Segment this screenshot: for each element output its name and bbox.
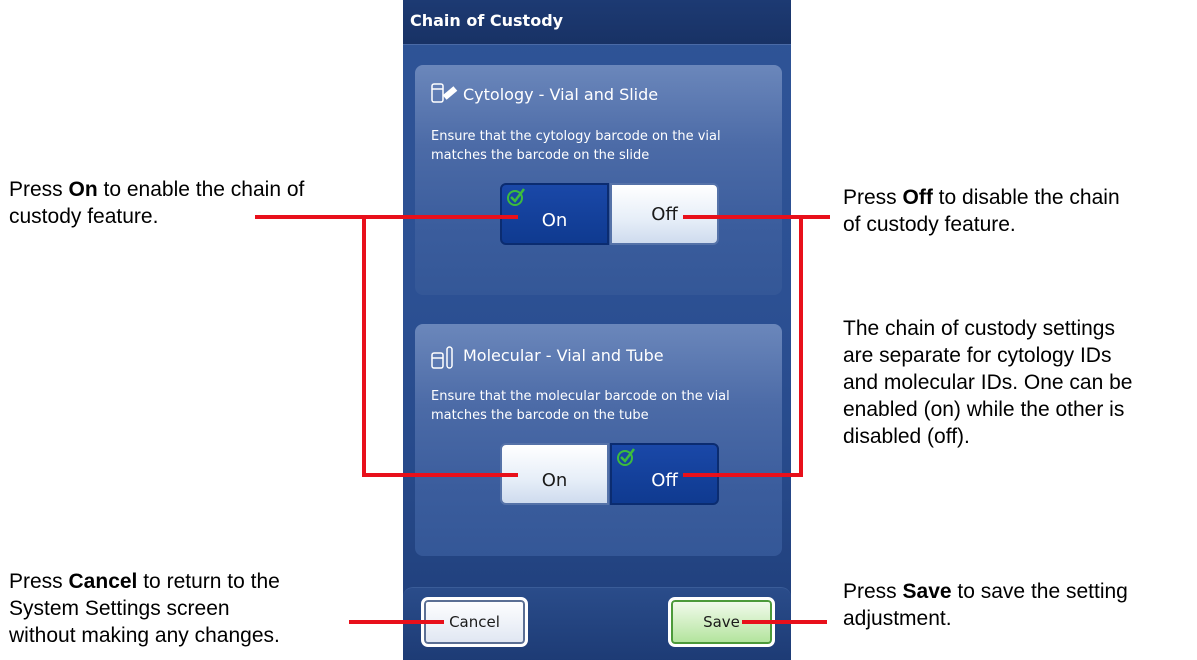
annotation-cancel-line2: System Settings screen: [9, 597, 230, 620]
cytology-off-label: Off: [651, 203, 678, 225]
annotation-on-line2: custody feature.: [9, 205, 159, 228]
annotation-off: Press Off to disable the chain of custod…: [843, 184, 1120, 238]
annotation-on: Press On to enable the chain of custody …: [9, 176, 304, 230]
cytology-panel: Cytology - Vial and Slide Ensure that th…: [415, 65, 782, 295]
cytology-off-button[interactable]: Off: [610, 183, 719, 245]
cancel-label: Cancel: [449, 613, 500, 631]
annotation-save: Press Save to save the setting adjustmen…: [843, 578, 1128, 632]
cytology-on-label: On: [541, 209, 568, 231]
annotation-save-bold: Save: [902, 580, 952, 603]
annotation-separate-line3: and molecular IDs. One can be: [843, 371, 1133, 394]
callout-line-off-horizontal: [683, 215, 830, 219]
callout-line-on-vertical: [362, 215, 366, 477]
annotation-separate-line2: are separate for cytology IDs: [843, 344, 1112, 367]
molecular-title: Molecular - Vial and Tube: [463, 346, 664, 365]
molecular-on-label: On: [541, 469, 568, 491]
annotation-save-pre: Press: [843, 580, 903, 603]
annotation-cancel-line3: without making any changes.: [9, 624, 280, 647]
chain-of-custody-screen: Chain of Custody Cytology - Vial and Sli…: [403, 0, 791, 660]
cytology-desc-line2: matches the barcode on the slide: [431, 148, 650, 163]
save-label: Save: [703, 613, 740, 631]
annotation-off-pre: Press: [843, 186, 903, 209]
annotation-save-line2: adjustment.: [843, 607, 952, 630]
vial-slide-icon: [431, 83, 458, 103]
annotation-separate: The chain of custody settings are separa…: [843, 315, 1133, 450]
cytology-desc-line1: Ensure that the cytology barcode on the …: [431, 129, 721, 144]
annotation-on-bold: On: [68, 178, 98, 201]
annotation-separate-line5: disabled (off).: [843, 425, 970, 448]
annotation-separate-line1: The chain of custody settings: [843, 317, 1115, 340]
callout-line-save: [742, 620, 827, 624]
annotation-off-line2: of custody feature.: [843, 213, 1016, 236]
molecular-panel: Molecular - Vial and Tube Ensure that th…: [415, 324, 782, 556]
callout-line-on-horizontal: [255, 215, 518, 219]
annotation-cancel-bold: Cancel: [68, 570, 138, 593]
annotation-on-rest: to enable the chain of: [97, 178, 305, 201]
molecular-off-label: Off: [651, 469, 678, 491]
cytology-title: Cytology - Vial and Slide: [463, 85, 659, 104]
screen-title: Chain of Custody: [410, 11, 564, 30]
annotation-off-rest: to disable the chain: [932, 186, 1120, 209]
vial-tube-icon: [431, 346, 453, 369]
molecular-description: Ensure that the molecular barcode on the…: [431, 387, 776, 425]
molecular-desc-line1: Ensure that the molecular barcode on the…: [431, 389, 730, 404]
callout-line-off-bottom: [683, 473, 803, 477]
callout-line-off-vertical: [799, 215, 803, 477]
annotation-cancel-pre: Press: [9, 570, 69, 593]
cytology-on-button[interactable]: On: [500, 183, 609, 245]
molecular-desc-line2: matches the barcode on the tube: [431, 408, 649, 423]
callout-line-cancel: [349, 620, 444, 624]
annotation-cancel-rest: to return to the: [137, 570, 280, 593]
check-icon: [507, 188, 525, 206]
annotation-cancel: Press Cancel to return to the System Set…: [9, 568, 280, 649]
cytology-description: Ensure that the cytology barcode on the …: [431, 127, 776, 165]
check-icon: [617, 448, 635, 466]
annotation-off-bold: Off: [902, 186, 933, 209]
annotation-save-rest: to save the setting: [951, 580, 1128, 603]
annotation-on-pre: Press: [9, 178, 69, 201]
callout-line-on-bottom: [362, 473, 518, 477]
title-bar: Chain of Custody: [403, 0, 791, 45]
annotation-separate-line4: enabled (on) while the other is: [843, 398, 1125, 421]
